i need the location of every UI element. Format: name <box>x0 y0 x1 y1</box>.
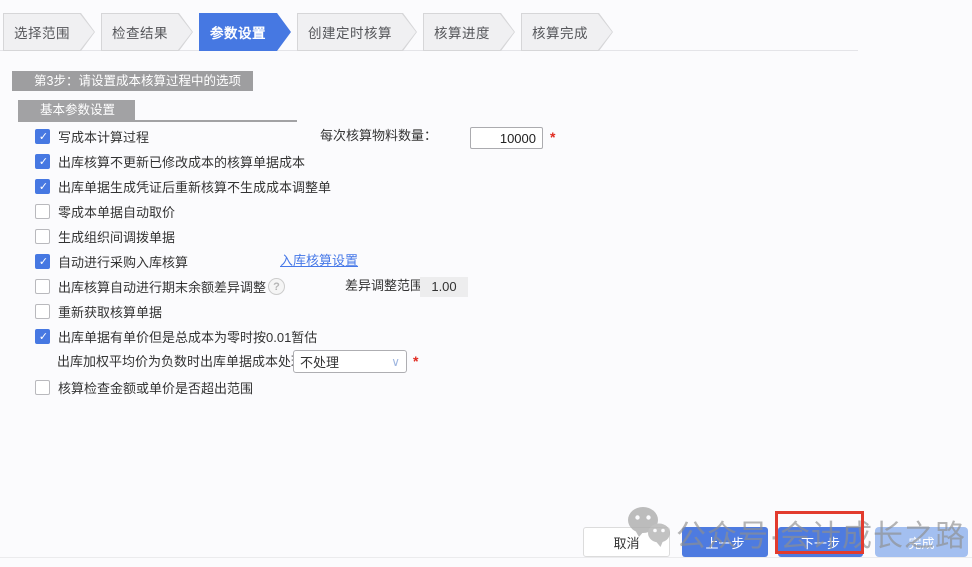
option-row-no-update-modified-cost: 出库核算不更新已修改成本的核算单据成本 <box>35 149 305 173</box>
tab-label: 选择范围 <box>14 22 70 42</box>
option-row-refetch-accounting-docs: 重新获取核算单据 <box>35 299 162 323</box>
help-icon[interactable]: ? <box>268 278 285 295</box>
cancel-button[interactable]: 取消 <box>583 527 670 557</box>
option-row-estimate-001-when-zero-cost: 出库单据有单价但是总成本为零时按0.01暂估 <box>35 324 317 348</box>
negative-cost-handling-label: 出库加权平均价为负数时出库单据成本处理 <box>57 350 304 374</box>
select-value: 不处理 <box>300 352 391 371</box>
step-header: 第3步：请设置成本核算过程中的选项 <box>12 71 253 91</box>
tab-label: 核算进度 <box>434 22 490 42</box>
option-row-generate-interorg-transfer: 生成组织间调拨单据 <box>35 224 175 248</box>
negative-cost-handling-select[interactable]: 不处理 ∨ <box>293 350 407 373</box>
material-qty-label: 每次核算物料数量： <box>320 124 437 148</box>
option-label: 出库核算自动进行期末余额差异调整 <box>58 277 266 296</box>
section-underline <box>18 120 297 122</box>
wizard-tabbar: 选择范围 检查结果 参数设置 创建定时核算 核算进度 核算完成 <box>3 13 619 51</box>
tab-check-result[interactable]: 检查结果 <box>101 13 193 51</box>
option-row-no-adjustment-after-voucher: 出库单据生成凭证后重新核算不生成成本调整单 <box>35 174 331 198</box>
checkbox-write-cost-process[interactable] <box>35 129 50 144</box>
option-label: 重新获取核算单据 <box>58 302 162 321</box>
option-label: 自动进行采购入库核算 <box>58 252 188 271</box>
option-label: 写成本计算过程 <box>58 127 149 146</box>
option-row-period-end-diff-adjust: 出库核算自动进行期末余额差异调整 <box>35 274 266 298</box>
checkbox-generate-interorg-transfer[interactable] <box>35 229 50 244</box>
diff-range-label: 差异调整范围 <box>345 274 423 298</box>
option-label: 核算检查金额或单价是否超出范围 <box>58 378 253 397</box>
checkbox-estimate-001-when-zero-cost[interactable] <box>35 329 50 344</box>
checkbox-check-amount-out-of-range[interactable] <box>35 380 50 395</box>
option-label: 零成本单据自动取价 <box>58 202 175 221</box>
section-header-basic-params: 基本参数设置 <box>18 100 135 120</box>
tab-accounting-progress[interactable]: 核算进度 <box>423 13 515 51</box>
option-label: 生成组织间调拨单据 <box>58 227 175 246</box>
option-row-check-amount-out-of-range: 核算检查金额或单价是否超出范围 <box>35 375 253 399</box>
material-qty-required-asterisk: * <box>550 129 555 145</box>
option-row-write-cost-process: 写成本计算过程 <box>35 124 149 148</box>
previous-step-button[interactable]: 上一步 <box>682 527 768 557</box>
option-label: 出库核算不更新已修改成本的核算单据成本 <box>58 152 305 171</box>
cost-accounting-wizard: 选择范围 检查结果 参数设置 创建定时核算 核算进度 核算完成 第3步： <box>0 0 972 567</box>
checkbox-auto-purchase-inbound[interactable] <box>35 254 50 269</box>
tab-label: 创建定时核算 <box>308 22 392 42</box>
tab-label: 参数设置 <box>210 22 266 42</box>
tab-label: 检查结果 <box>112 22 168 42</box>
material-qty-input[interactable] <box>470 127 543 149</box>
tab-parameter-settings[interactable]: 参数设置 <box>199 13 291 51</box>
next-step-button[interactable]: 下一步 <box>778 527 863 557</box>
negative-cost-required-asterisk: * <box>413 353 418 369</box>
option-label: 出库单据生成凭证后重新核算不生成成本调整单 <box>58 177 331 196</box>
tab-select-range[interactable]: 选择范围 <box>3 13 95 51</box>
inbound-accounting-settings-link[interactable]: 入库核算设置 <box>280 249 358 273</box>
tab-create-scheduled-accounting[interactable]: 创建定时核算 <box>297 13 417 51</box>
checkbox-refetch-accounting-docs[interactable] <box>35 304 50 319</box>
tab-label: 核算完成 <box>532 22 588 42</box>
footer-divider <box>0 557 972 558</box>
checkbox-zero-cost-auto-price[interactable] <box>35 204 50 219</box>
option-label: 出库单据有单价但是总成本为零时按0.01暂估 <box>58 327 317 346</box>
checkbox-no-adjustment-after-voucher[interactable] <box>35 179 50 194</box>
checkbox-period-end-diff-adjust[interactable] <box>35 279 50 294</box>
checkbox-no-update-modified-cost[interactable] <box>35 154 50 169</box>
diff-range-value: 1.00 <box>420 277 468 297</box>
chevron-down-icon: ∨ <box>391 355 400 369</box>
option-row-zero-cost-auto-price: 零成本单据自动取价 <box>35 199 175 223</box>
finish-button[interactable]: 完成 <box>875 527 968 557</box>
option-row-auto-purchase-inbound: 自动进行采购入库核算 <box>35 249 188 273</box>
tab-accounting-complete[interactable]: 核算完成 <box>521 13 613 51</box>
